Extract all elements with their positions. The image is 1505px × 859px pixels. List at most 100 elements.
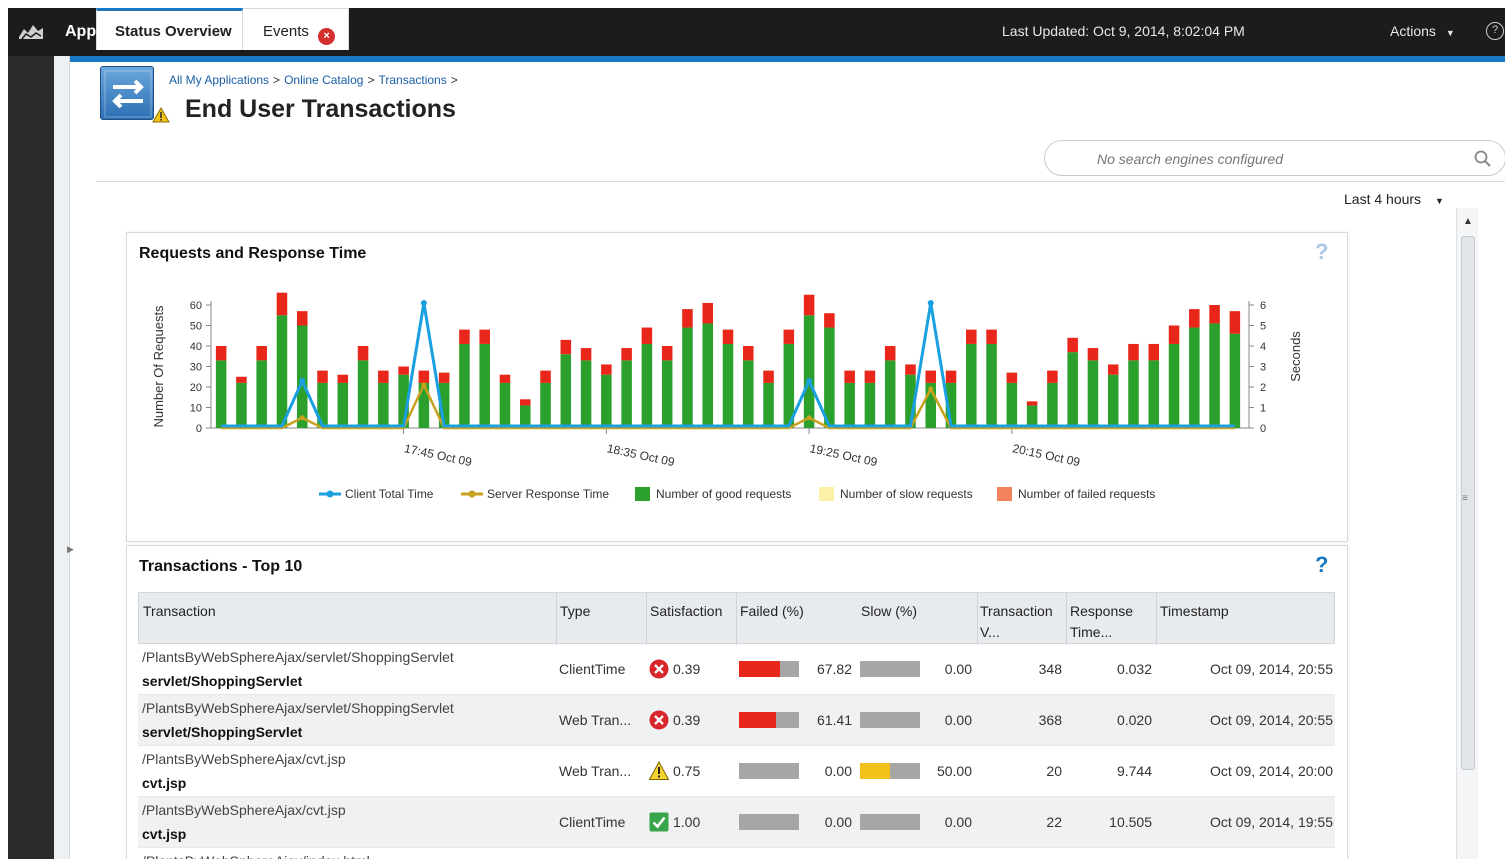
table-row[interactable]: /PlantsByWebSphereAjax/index.html [138,848,1335,859]
bar-good-requests [986,343,997,428]
timestamp-value: Oct 09, 2014, 20:00 [1210,763,1333,779]
table-row[interactable]: /PlantsByWebSphereAjax/servlet/ShoppingS… [138,644,1335,695]
transaction-name[interactable]: cvt.jsp [142,775,186,791]
column-header-failed[interactable]: Failed (%) [740,601,804,622]
panel-title: Transactions - Top 10 [139,558,303,575]
app-logo-icon[interactable] [16,21,46,43]
bar-good-requests [378,382,389,428]
bar-failed-requests [1107,364,1119,375]
bar-failed-requests [702,302,713,324]
column-header-type[interactable]: Type [560,601,590,622]
bar-failed-requests [661,346,673,361]
y2-tick-label: 6 [1260,300,1266,312]
breadcrumb-link-transactions[interactable]: Transactions [378,73,446,87]
slow-percent-value: 50.00 [936,763,972,779]
timestamp-value: Oct 09, 2014, 19:55 [1210,814,1333,830]
vertical-scrollbar[interactable]: ▲ ≡ [1456,208,1478,859]
table-header: Transaction Type Satisfaction Failed (%)… [138,592,1335,645]
breadcrumb-link-applications[interactable]: All My Applications [169,73,269,87]
time-range-dropdown[interactable]: Last 4 hours ▼ [1344,191,1444,207]
column-divider[interactable] [646,593,647,645]
column-divider[interactable] [1066,593,1067,645]
bar-good-requests [661,360,673,428]
tab-label: Events [263,23,309,40]
bar-failed-requests [743,346,754,361]
column-header-slow[interactable]: Slow (%) [861,601,917,622]
bar-good-requests [743,360,754,428]
failed-percent-fill [739,712,776,728]
y2-axis-label: Seconds [1288,331,1303,382]
actions-menu[interactable]: Actions ▼ [1390,23,1455,39]
bar-failed-requests [1229,311,1241,334]
bar-failed-requests [1168,325,1180,344]
breadcrumb-separator: > [450,73,458,87]
column-divider[interactable] [1156,593,1157,645]
response-time-value: 9.744 [1116,763,1152,779]
failed-percent-bar [739,763,799,779]
scroll-up-arrow-icon[interactable]: ▲ [1463,216,1473,227]
server-time-point [806,415,812,421]
bar-good-requests [1209,323,1220,428]
tab-events[interactable]: Events × [243,8,349,50]
bar-good-requests [499,382,511,428]
table-row[interactable]: /PlantsByWebSphereAjax/cvt.jsp cvt.jsp Web… [138,746,1335,797]
bar-good-requests [580,360,592,428]
column-header-timestamp[interactable]: Timestamp [1160,601,1229,622]
bar-good-requests [864,382,876,428]
y-tick-label: 10 [190,403,202,415]
bar-failed-requests [1026,401,1038,406]
bar-failed-requests [357,346,369,361]
collapsed-navigator[interactable] [54,56,70,859]
slow-percent-fill [860,763,890,779]
bar-good-requests [803,315,815,428]
column-divider[interactable] [736,593,737,645]
table-row[interactable]: /PlantsByWebSphereAjax/cvt.jsp cvt.jsp Cli… [138,797,1335,848]
y-tick-label: 20 [190,382,202,394]
x-tick-label: 20:15 Oct 09 [1011,441,1081,469]
app-window: Application Dashboard Last Updated: Oct … [8,8,1505,859]
failed-percent-bar [739,661,799,677]
bar-failed-requests [641,327,653,344]
search-field[interactable]: No search engines configured [1044,140,1505,176]
tab-status-overview[interactable]: Status Overview [96,8,243,50]
help-icon[interactable]: ? [1315,552,1328,578]
transaction-name[interactable]: servlet/ShoppingServlet [142,724,302,740]
y-tick-label: 60 [190,300,202,312]
legend-label: Number of failed requests [1018,487,1155,501]
left-rail [8,56,54,859]
bar-failed-requests [722,329,734,344]
timestamp-value: Oct 09, 2014, 20:55 [1210,712,1333,728]
bar-good-requests [459,343,470,428]
slow-percent-bar [860,712,920,728]
transaction-name[interactable]: cvt.jsp [142,826,186,842]
search-icon[interactable] [1473,149,1493,169]
bar-failed-requests [601,364,612,375]
bar-good-requests [1168,343,1180,428]
column-header-satisfaction[interactable]: Satisfaction [650,601,722,622]
bar-failed-requests [966,329,977,344]
client-time-point [927,299,934,306]
timestamp-value: Oct 09, 2014, 20:55 [1210,661,1333,677]
failed-percent-value: 0.00 [824,763,852,779]
bar-good-requests [824,327,835,428]
table-row[interactable]: /PlantsByWebSphereAjax/servlet/ShoppingS… [138,695,1335,746]
satisfaction-value: 0.75 [673,763,701,779]
warning-icon [649,761,669,780]
expand-arrow-icon[interactable]: ▶ [67,544,74,555]
help-icon[interactable]: ? [1486,22,1504,40]
column-header-volume[interactable]: Transaction V... [980,601,1066,643]
column-divider[interactable] [977,593,978,645]
bar-good-requests [702,323,713,428]
column-divider[interactable] [556,593,557,645]
transaction-name[interactable]: servlet/ShoppingServlet [142,673,302,689]
transaction-path: /PlantsByWebSphereAjax/cvt.jsp [142,802,346,818]
slow-percent-bar [860,763,920,779]
bar-failed-requests [560,339,572,355]
warning-small-icon [152,107,170,123]
column-header-response-time[interactable]: Response Time... [1070,601,1156,643]
breadcrumb-link-online-catalog[interactable]: Online Catalog [284,73,363,87]
bar-good-requests [357,360,369,428]
transaction-path: /PlantsByWebSphereAjax/index.html [142,853,370,859]
column-header-transaction[interactable]: Transaction [143,601,216,622]
y2-tick-label: 4 [1260,341,1266,353]
